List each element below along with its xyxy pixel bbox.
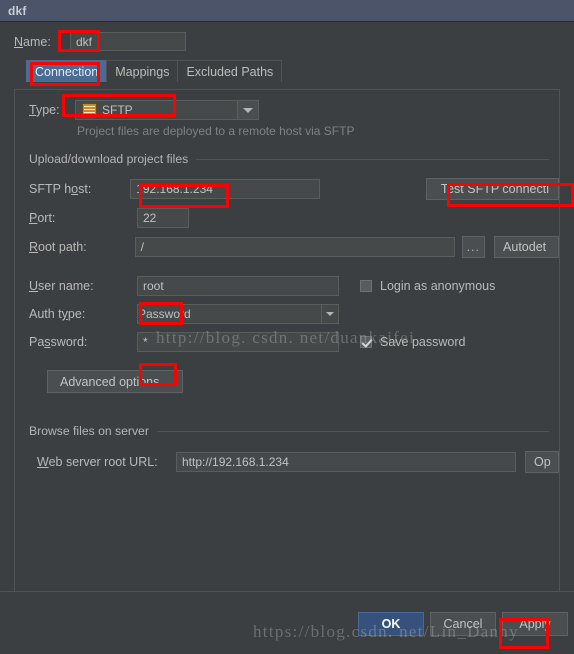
ok-button[interactable]: OK [358, 612, 424, 636]
name-label: Name: [14, 34, 51, 49]
port-row: Port: 22 [15, 200, 559, 228]
password-label: Password: [29, 335, 88, 349]
user-name-row: User name: root Login as anonymous [15, 258, 559, 296]
web-url-value: http://192.168.1.234 [182, 455, 289, 469]
login-as-anonymous-label: Login as anonymous [380, 279, 496, 293]
ok-button-label: OK [381, 617, 401, 631]
browse-root-path-button[interactable]: ... [461, 236, 486, 258]
tab-bar: Connection Mappings Excluded Paths [0, 59, 574, 82]
sftp-host-input[interactable]: 192.168.1.234 [130, 179, 320, 199]
advanced-options-label: Advanced options... [60, 374, 170, 389]
root-path-row: Root path: / ... Autodet [15, 228, 559, 258]
web-url-label: Web server root URL: [37, 455, 158, 469]
user-name-label: User name: [29, 279, 94, 293]
advanced-options-button[interactable]: Advanced options... [47, 370, 183, 393]
name-input[interactable]: dkf [70, 32, 186, 51]
upload-group-header: Upload/download project files [15, 152, 559, 166]
auth-type-value: Password [138, 307, 191, 321]
login-as-anonymous-checkbox[interactable] [360, 280, 372, 292]
sftp-host-label: SFTP host: [29, 182, 92, 196]
test-sftp-connection-label: Test SFTP connecti [440, 182, 549, 196]
upload-group-title: Upload/download project files [29, 152, 189, 166]
type-combobox-value: SFTP [102, 103, 133, 117]
port-value: 22 [143, 211, 157, 225]
tab-excluded-paths[interactable]: Excluded Paths [177, 60, 283, 82]
advanced-options-row: Advanced options... [15, 352, 559, 393]
tab-mappings-label: Mappings [115, 65, 170, 79]
cancel-button-label: Cancel [443, 617, 483, 631]
auth-type-chevron-down-icon[interactable] [321, 305, 338, 323]
apply-button[interactable]: Apply [502, 612, 568, 636]
root-path-label: Root path: [29, 240, 87, 254]
dialog-footer-buttons: OK Cancel Apply [358, 612, 568, 636]
upload-group-divider [196, 158, 549, 160]
chevron-down-icon[interactable] [237, 101, 258, 119]
root-path-value: / [140, 240, 144, 254]
password-row: Password: * Save password [15, 324, 559, 352]
window-title: dkf [8, 3, 27, 18]
autodetect-button[interactable]: Autodet [494, 236, 559, 258]
save-password-label: Save password [380, 335, 466, 349]
root-path-input[interactable]: / [134, 237, 455, 257]
user-name-value: root [143, 279, 164, 293]
password-value: * [143, 335, 148, 349]
name-input-value: dkf [76, 34, 93, 49]
sftp-host-row: SFTP host: 192.168.1.234 Test SFTP conne… [15, 166, 559, 200]
browse-group-divider [156, 430, 549, 432]
dialog-footer: OK Cancel Apply [0, 591, 574, 654]
name-row: Name: dkf [0, 22, 574, 57]
type-row: Type: SFTP [15, 90, 559, 120]
apply-button-label: Apply [519, 617, 551, 631]
type-hint: Project files are deployed to a remote h… [77, 124, 355, 138]
ellipsis-icon: ... [466, 240, 480, 254]
tab-excluded-paths-label: Excluded Paths [186, 65, 274, 79]
cancel-button[interactable]: Cancel [430, 612, 496, 636]
web-url-input[interactable]: http://192.168.1.234 [176, 452, 516, 472]
sftp-host-value: 192.168.1.234 [136, 182, 213, 196]
test-sftp-connection-button[interactable]: Test SFTP connecti [425, 178, 559, 200]
window-titlebar: dkf [0, 0, 574, 22]
auth-type-row: Auth type: Password [15, 296, 559, 324]
type-label: Type: [29, 103, 60, 117]
browse-group-title: Browse files on server [29, 424, 149, 438]
auth-type-combobox[interactable]: Password [137, 304, 339, 324]
tab-mappings[interactable]: Mappings [106, 60, 179, 82]
password-input[interactable]: * [137, 332, 339, 352]
tab-connection[interactable]: Connection [26, 60, 108, 82]
type-combobox[interactable]: SFTP [75, 100, 259, 120]
connection-panel: Type: SFTP Project files are deployed to… [14, 89, 560, 592]
autodetect-label: Autodet [503, 240, 547, 254]
user-name-input[interactable]: root [137, 276, 339, 296]
open-url-label: Op [534, 455, 551, 469]
web-url-row: Web server root URL: http://192.168.1.23… [15, 438, 559, 473]
ftp-server-icon [82, 102, 97, 118]
open-url-button[interactable]: Op [525, 451, 559, 473]
tab-connection-label: Connection [35, 65, 99, 79]
auth-type-label: Auth type: [29, 307, 86, 321]
port-input[interactable]: 22 [137, 208, 189, 228]
browse-group-header: Browse files on server [15, 424, 559, 438]
port-label: Port: [29, 211, 56, 225]
save-password-checkbox[interactable] [360, 336, 372, 348]
